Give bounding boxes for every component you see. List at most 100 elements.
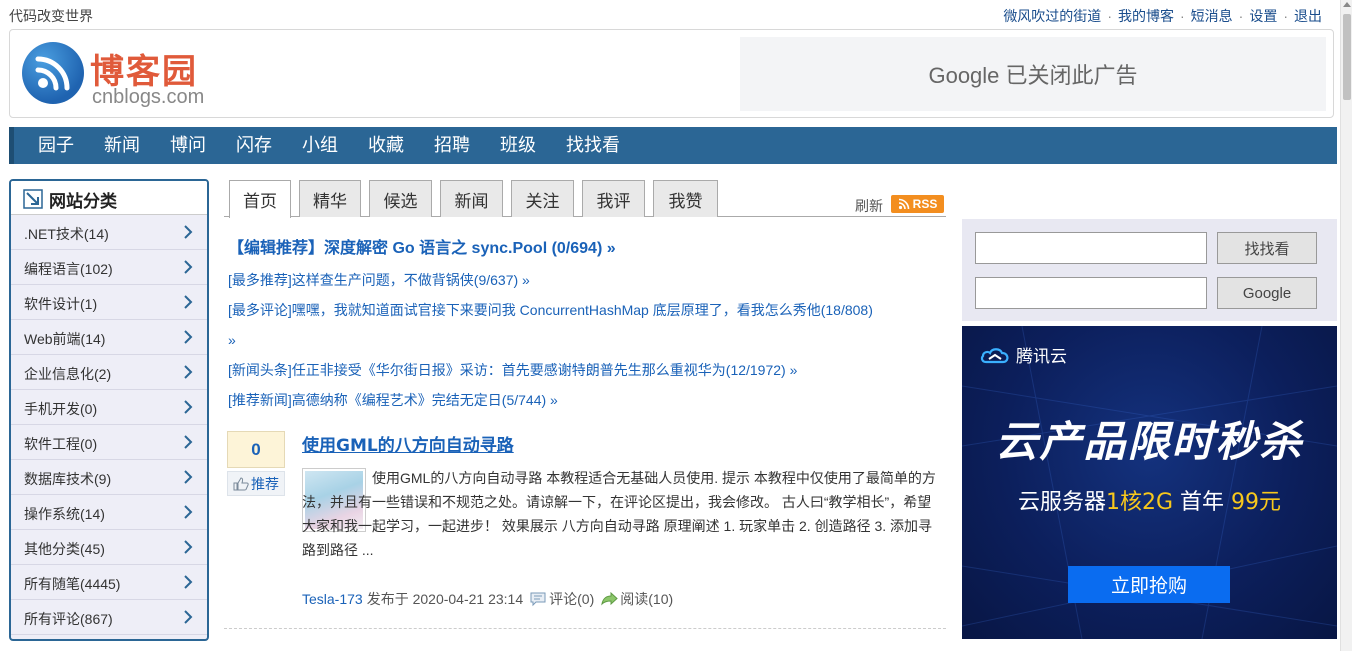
thumbs-up-icon	[233, 476, 249, 490]
ad-sub-spec: 1核2G	[1105, 490, 1174, 515]
nav-item-groups[interactable]: 小组	[302, 127, 338, 164]
ad-buy-button[interactable]: 立即抢购	[1068, 566, 1230, 603]
headline-most-commented[interactable]: [最多评论]嘿嘿，我就知道面试官接下来要问我 ConcurrentHashMap…	[228, 296, 873, 324]
sidebar-category-item[interactable]: 操作系统(14)	[11, 495, 207, 530]
user-link-my-blog[interactable]: 我的博客	[1118, 8, 1174, 24]
site-search-button[interactable]: 找找看	[1217, 232, 1317, 264]
rss-label: RSS	[912, 197, 938, 211]
tab-my-comments[interactable]: 我评	[582, 180, 645, 217]
sidebar-header: 网站分类	[11, 181, 207, 215]
page-scrollbar[interactable]	[1340, 0, 1352, 651]
nav-item-jobs[interactable]: 招聘	[434, 127, 470, 164]
sidebar-category-item[interactable]: Web前端(14)	[11, 320, 207, 355]
tab-candidates[interactable]: 候选	[369, 180, 432, 217]
chevron-right-icon	[184, 225, 193, 239]
site-logo[interactable]: 博客园 cnblogs.com	[22, 42, 204, 108]
rss-button[interactable]: RSS	[891, 195, 944, 213]
user-link-logout[interactable]: 退出	[1294, 8, 1322, 24]
chevron-right-icon	[184, 400, 193, 414]
chevron-right-icon	[184, 505, 193, 519]
chevron-right-icon	[184, 435, 193, 449]
sidebar-category-label: 所有评论(867)	[24, 611, 113, 627]
chevron-right-icon	[184, 365, 193, 379]
sidebar-title: 网站分类	[49, 192, 117, 212]
post-summary: 使用GML的八方向自动寻路 本教程适合无基础人员使用. 提示 本教程中仅使用了最…	[302, 470, 936, 558]
chevron-right-icon	[184, 295, 193, 309]
sidebar-category-item[interactable]: 其他分类(45)	[11, 530, 207, 565]
scroll-up-arrow-icon[interactable]	[1343, 2, 1351, 7]
post-title[interactable]: 使用GML的八方向自动寻路	[302, 431, 514, 456]
site-slogan: 代码改变世界	[9, 8, 93, 24]
post-date: 发布于 2020-04-21 23:14	[366, 591, 524, 607]
header-ad-text: Google 已关闭此广告	[928, 63, 1138, 88]
tab-featured[interactable]: 精华	[299, 180, 361, 217]
user-links: 微风吹过的街道 · 我的博客 · 短消息 · 设置 · 退出	[1003, 6, 1322, 26]
scroll-thumb[interactable]	[1343, 14, 1351, 100]
post-footer: Tesla-173 发布于 2020-04-21 23:14 评论(0) 阅读(…	[302, 589, 673, 609]
post-reads[interactable]: 阅读(10)	[620, 589, 673, 609]
sidebar-category-item[interactable]: 编程语言(102)	[11, 250, 207, 285]
tencent-cloud-ad[interactable]: 腾讯云 云产品限时秒杀 云服务器1核2G 首年 99元 立即抢购	[962, 326, 1337, 639]
sidebar-category-item[interactable]: 企业信息化(2)	[11, 355, 207, 390]
ad-sub-mid: 首年	[1173, 490, 1225, 515]
recommend-button[interactable]: 推荐	[227, 471, 285, 496]
rss-icon	[898, 198, 909, 210]
refresh-link[interactable]: 刷新	[855, 196, 883, 216]
ad-brand: 腾讯云	[980, 342, 1067, 367]
nav-item-flash[interactable]: 闪存	[236, 127, 272, 164]
sidebar-category-item[interactable]: 数据库技术(9)	[11, 460, 207, 495]
recommend-label: 推荐	[251, 475, 279, 492]
category-sidebar: 网站分类 .NET技术(14) 编程语言(102) 软件设计(1) Web前端(14)…	[9, 179, 209, 641]
nav-item-yuanzi[interactable]: 园子	[38, 127, 74, 164]
google-search-button[interactable]: Google	[1217, 277, 1317, 309]
chevron-right-icon	[184, 330, 193, 344]
tab-news[interactable]: 新闻	[440, 180, 503, 217]
chevron-right-icon	[184, 610, 193, 624]
ad-brand-label: 腾讯云	[1016, 347, 1067, 367]
post-divider	[224, 628, 946, 629]
google-search-input[interactable]	[975, 277, 1207, 309]
headline-recommended-news[interactable]: [推荐新闻]高德纳称《编程艺术》完结无定日(5/744) »	[228, 386, 558, 414]
arrow-down-right-icon	[23, 189, 43, 209]
link-separator: ·	[1179, 8, 1185, 24]
sidebar-category-item[interactable]: 手机开发(0)	[11, 390, 207, 425]
site-search-input[interactable]	[975, 232, 1207, 264]
sidebar-category-label: .NET技术(14)	[24, 226, 109, 242]
chevron-right-icon	[184, 470, 193, 484]
sidebar-category-item[interactable]: 所有评论(867)	[11, 600, 207, 635]
comment-icon	[530, 592, 546, 607]
sidebar-category-item[interactable]: .NET技术(14)	[11, 215, 207, 250]
chevron-right-icon	[184, 260, 193, 274]
user-link-profile[interactable]: 微风吹过的街道	[1003, 8, 1101, 24]
cloud-icon	[980, 347, 1009, 363]
nav-item-search[interactable]: 找找看	[566, 127, 620, 164]
site-header: 博客园 cnblogs.com Google 已关闭此广告	[9, 29, 1334, 118]
sidebar-category-label: 操作系统(14)	[24, 506, 105, 522]
sidebar-category-item[interactable]: 软件设计(1)	[11, 285, 207, 320]
post-tabs: 首页 精华 候选 新闻 关注 我评 我赞	[224, 180, 946, 218]
tab-following[interactable]: 关注	[511, 180, 574, 217]
user-link-messages[interactable]: 短消息	[1191, 8, 1233, 24]
link-separator: ·	[1107, 8, 1112, 24]
headline-most-recommended[interactable]: [最多推荐]这样查生产问题，不做背锅侠(9/637) »	[228, 266, 530, 294]
nav-item-news[interactable]: 新闻	[104, 127, 140, 164]
search-panel: 找找看 Google	[962, 219, 1337, 321]
nav-item-favorites[interactable]: 收藏	[368, 127, 404, 164]
post-comments[interactable]: 评论(0)	[549, 589, 594, 609]
tab-my-likes[interactable]: 我赞	[653, 180, 718, 217]
sidebar-category-item[interactable]: 软件工程(0)	[11, 425, 207, 460]
sidebar-category-item[interactable]: 所有随笔(4445)	[11, 565, 207, 600]
sidebar-category-label: 其他分类(45)	[24, 541, 105, 557]
headline-editor-pick[interactable]: 【编辑推荐】深度解密 Go 语言之 sync.Pool (0/694) »	[228, 234, 616, 258]
nav-item-questions[interactable]: 博问	[170, 127, 206, 164]
tab-home[interactable]: 首页	[229, 180, 291, 218]
headline-most-commented-more[interactable]: »	[228, 326, 236, 354]
chevron-right-icon	[184, 575, 193, 589]
user-link-settings[interactable]: 设置	[1249, 8, 1277, 24]
chevron-right-icon	[184, 540, 193, 554]
headline-top-news[interactable]: [新闻头条]任正非接受《华尔街日报》采访：首先要感谢特朗普先生那么重视华为(12…	[228, 356, 797, 384]
post-author[interactable]: Tesla-173	[302, 591, 363, 607]
sidebar-category-label: 手机开发(0)	[24, 401, 98, 417]
nav-item-classes[interactable]: 班级	[500, 127, 536, 164]
sidebar-category-label: Web前端(14)	[24, 331, 106, 347]
